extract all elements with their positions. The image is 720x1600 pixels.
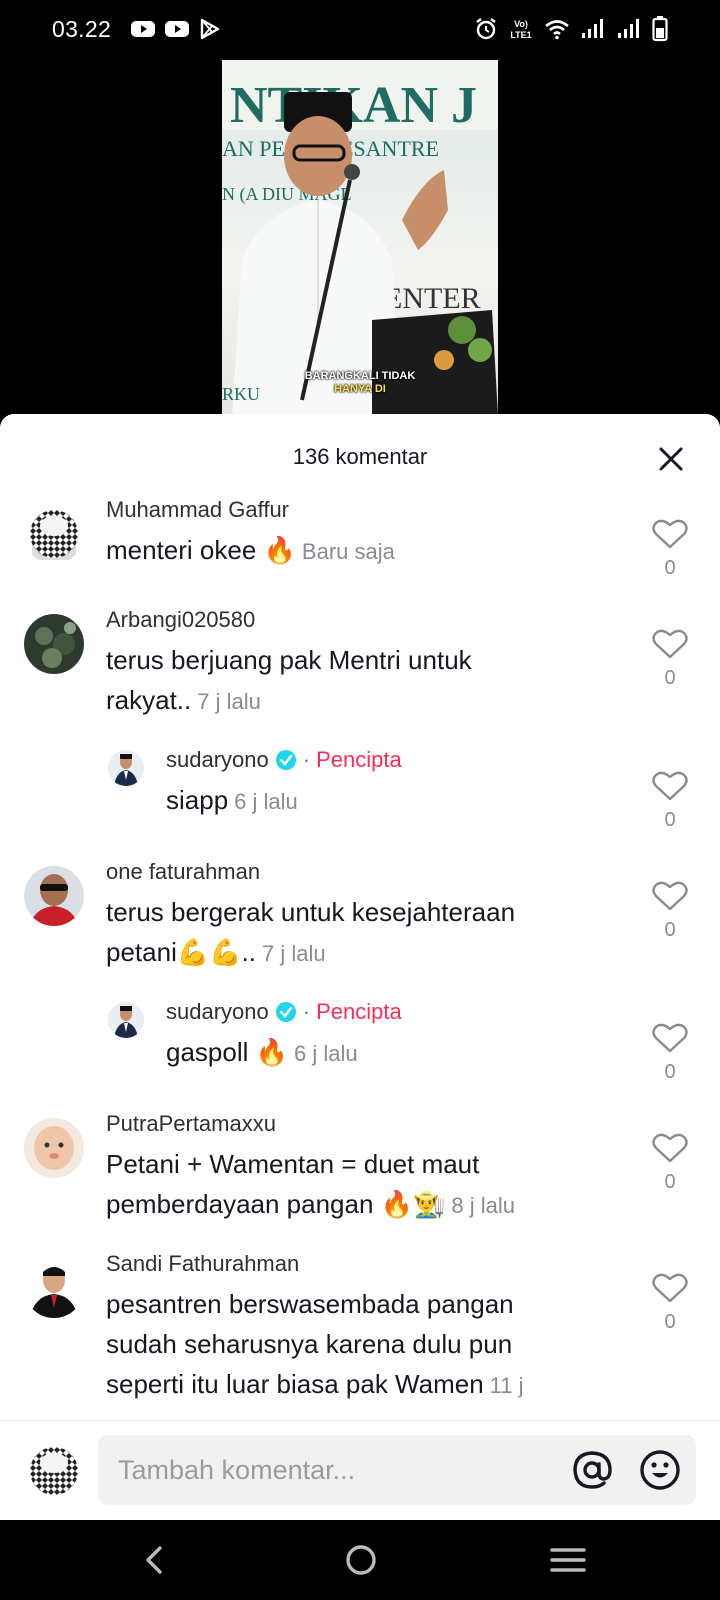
wifi-icon [545, 20, 569, 40]
creator-label: Pencipta [316, 747, 402, 772]
comment-time: 7 j lalu [197, 689, 261, 714]
comment-text: terus bergerak untuk kesejahteraan petan… [106, 897, 516, 967]
svg-text:ENTER: ENTER [384, 282, 481, 315]
comment-time: 8 j lalu [451, 1193, 516, 1218]
like-button[interactable]: 0 [650, 1022, 690, 1084]
comment-username[interactable]: one faturahman [106, 858, 600, 886]
heart-icon[interactable] [652, 880, 688, 912]
comments-header: 136 komentar [0, 414, 720, 498]
comment-text: pesantren berswasembada pangan sudah seh… [106, 1289, 524, 1399]
comments-sheet: 136 komentar Muhammad Gaffur menteri oke… [0, 414, 720, 1520]
comment-text: menteri okee 🔥 Baru saja [106, 535, 395, 565]
comments-count-title: 136 komentar [292, 444, 428, 469]
at-icon[interactable] [570, 1448, 614, 1492]
close-icon[interactable] [656, 444, 686, 474]
alarm-icon [476, 18, 496, 40]
system-nav-bar [0, 1520, 720, 1600]
battery-icon [652, 16, 668, 42]
comment-text: terus berjuang pak Mentri untuk rakyat..… [106, 645, 472, 715]
comment-username[interactable]: sudaryono · Pencipta [166, 998, 600, 1026]
verified-badge-icon [275, 1002, 296, 1022]
svg-text:Vo): Vo) [514, 19, 528, 29]
like-button[interactable]: 0 [650, 1272, 690, 1334]
like-count: 0 [664, 1061, 676, 1083]
comment-item[interactable]: Arbangi020580 terus berjuang pak Mentri … [0, 606, 720, 748]
comment-text: gaspoll 🔥 6 j lalu [166, 1037, 358, 1067]
avatar[interactable] [108, 750, 144, 786]
avatar[interactable] [24, 866, 84, 926]
avatar[interactable] [24, 1258, 84, 1318]
heart-icon[interactable] [652, 1022, 688, 1054]
comment-time: 6 j lalu [234, 789, 298, 814]
like-button[interactable]: 0 [650, 1132, 690, 1194]
reply-item[interactable]: sudaryono · Pencipta gaspoll 🔥 6 j lalu 0 [0, 998, 720, 1112]
comment-input-bar [0, 1420, 720, 1520]
volte-icon: Vo)LTE1 [510, 19, 531, 40]
like-count: 0 [664, 667, 676, 689]
comment-time: 7 j lalu [262, 941, 326, 966]
video-scene-image: NTIKAN J AN PE UH PESANTRE N (A DIU MAGE… [222, 60, 498, 415]
subtitle-line-1: BARANGKALI TIDAK [304, 370, 416, 382]
my-avatar[interactable] [24, 1441, 84, 1501]
status-system-icons: Vo) LTE1 [474, 16, 668, 42]
video-player[interactable]: NTIKAN J AN PE UH PESANTRE N (A DIU MAGE… [0, 60, 720, 415]
heart-icon[interactable] [652, 770, 688, 802]
back-icon[interactable] [132, 1540, 176, 1580]
heart-icon[interactable] [652, 1132, 688, 1164]
comment-time: 6 j lalu [294, 1041, 358, 1066]
signal-icon [618, 19, 639, 38]
subtitle-line-2: HANYA DI [334, 383, 386, 395]
signal-icon [582, 19, 603, 38]
heart-icon[interactable] [652, 1272, 688, 1304]
status-notification-icons [130, 18, 222, 40]
avatar[interactable] [108, 1002, 144, 1038]
youtube-icon [131, 21, 155, 37]
like-button[interactable]: 0 [650, 770, 690, 832]
comment-item[interactable]: PutraPertamaxxu Petani + Wamentan = duet… [0, 1110, 720, 1252]
comment-input[interactable] [118, 1435, 538, 1505]
play-store-icon [200, 18, 220, 40]
avatar[interactable] [24, 1118, 84, 1178]
like-count: 0 [664, 1171, 676, 1193]
video-subtitle: BARANGKALI TIDAK HANYA DI [222, 370, 498, 396]
comment-item[interactable]: Muhammad Gaffur menteri okee 🔥 Baru saja … [0, 498, 720, 608]
svg-text:LTE1: LTE1 [510, 30, 531, 40]
home-icon[interactable] [339, 1540, 383, 1580]
creator-label: Pencipta [316, 999, 402, 1024]
status-bar: 03.22 Vo) LTE1 [0, 0, 720, 60]
comment-username[interactable]: PutraPertamaxxu [106, 1110, 600, 1138]
comment-text: Petani + Wamentan = duet maut pemberdaya… [106, 1149, 516, 1219]
comment-username[interactable]: Muhammad Gaffur [106, 498, 600, 524]
status-time: 03.22 [52, 16, 112, 42]
avatar[interactable] [24, 504, 84, 564]
comment-username[interactable]: Arbangi020580 [106, 606, 600, 634]
heart-icon[interactable] [652, 628, 688, 660]
separator-dot: · [302, 747, 311, 772]
comment-time: Baru saja [301, 539, 395, 564]
like-button[interactable]: 0 [650, 518, 690, 580]
like-count: 0 [664, 809, 676, 831]
like-count: 0 [664, 919, 676, 941]
comment-username[interactable]: Sandi Fathurahman [106, 1250, 600, 1278]
like-button[interactable]: 0 [650, 880, 690, 942]
like-count: 0 [664, 1311, 676, 1333]
comment-input-box[interactable] [98, 1435, 696, 1505]
avatar[interactable] [24, 614, 84, 674]
verified-badge-icon [275, 750, 296, 770]
comment-text: siapp 6 j lalu [166, 785, 298, 815]
emoji-icon[interactable] [638, 1448, 682, 1492]
recents-icon[interactable] [546, 1540, 590, 1580]
like-button[interactable]: 0 [650, 628, 690, 690]
svg-text:NTIKAN J: NTIKAN J [230, 77, 477, 134]
heart-icon[interactable] [652, 518, 688, 550]
youtube-icon [165, 21, 189, 37]
separator-dot: · [302, 999, 311, 1024]
like-count: 0 [664, 557, 676, 579]
comments-list[interactable]: Muhammad Gaffur menteri okee 🔥 Baru saja … [0, 498, 720, 1504]
video-frame[interactable]: NTIKAN J AN PE UH PESANTRE N (A DIU MAGE… [222, 60, 498, 415]
comment-item[interactable]: one faturahman terus bergerak untuk kese… [0, 858, 720, 1000]
reply-item[interactable]: sudaryono · Pencipta siapp 6 j lalu 0 [0, 746, 720, 860]
comment-username[interactable]: sudaryono · Pencipta [166, 746, 600, 774]
